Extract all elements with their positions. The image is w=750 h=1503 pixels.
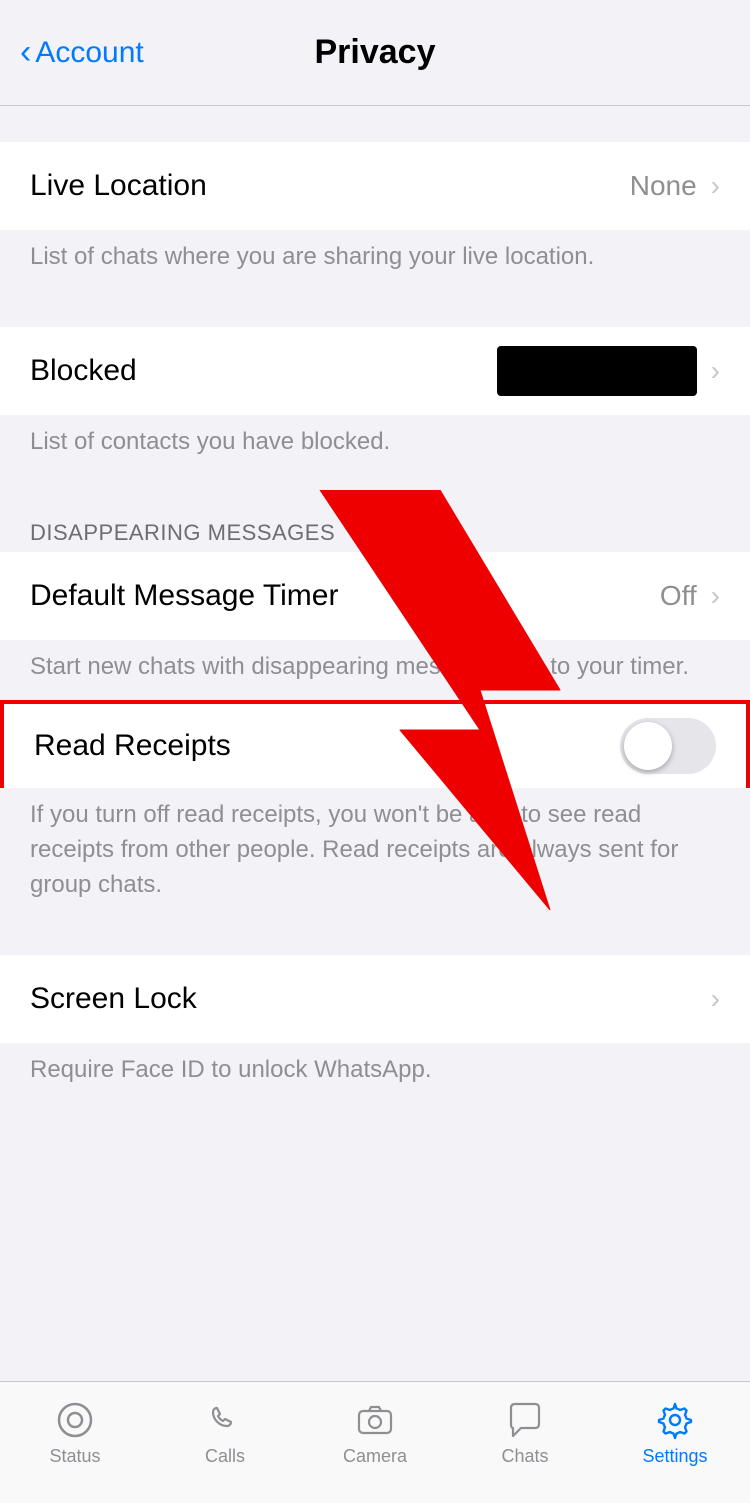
spacer-2 bbox=[0, 476, 750, 512]
camera-icon bbox=[353, 1398, 397, 1442]
screen-lock-row[interactable]: Screen Lock › bbox=[0, 955, 750, 1043]
live-location-description: List of chats where you are sharing your… bbox=[0, 230, 750, 291]
back-label: Account bbox=[35, 36, 143, 70]
blocked-group: Blocked › bbox=[0, 327, 750, 415]
read-receipts-toggle[interactable] bbox=[620, 718, 716, 774]
live-location-right: None › bbox=[630, 170, 720, 202]
toggle-knob bbox=[624, 722, 672, 770]
tab-status[interactable]: Status bbox=[0, 1398, 150, 1467]
tab-bar: Status Calls Camera Chats Settings bbox=[0, 1381, 750, 1503]
page-title: Privacy bbox=[315, 33, 436, 72]
status-icon bbox=[53, 1398, 97, 1442]
default-timer-description: Start new chats with disappearing messag… bbox=[0, 640, 750, 701]
tab-camera[interactable]: Camera bbox=[300, 1398, 450, 1467]
read-receipts-description: If you turn off read receipts, you won't… bbox=[0, 788, 750, 918]
calls-icon bbox=[203, 1398, 247, 1442]
screen-lock-description: Require Face ID to unlock WhatsApp. bbox=[0, 1043, 750, 1104]
tab-calls-label: Calls bbox=[205, 1446, 245, 1467]
screen-lock-right: › bbox=[707, 983, 720, 1015]
screen-lock-label: Screen Lock bbox=[30, 982, 197, 1016]
screen-lock-chevron-icon: › bbox=[711, 983, 720, 1015]
live-location-row[interactable]: Live Location None › bbox=[0, 142, 750, 230]
blocked-row[interactable]: Blocked › bbox=[0, 327, 750, 415]
live-location-group: Live Location None › bbox=[0, 142, 750, 230]
default-timer-right: Off › bbox=[660, 580, 720, 612]
default-timer-group: Default Message Timer Off › bbox=[0, 552, 750, 640]
read-receipts-group: Read Receipts bbox=[0, 700, 750, 788]
live-location-chevron-icon: › bbox=[711, 170, 720, 202]
live-location-label: Live Location bbox=[30, 169, 207, 203]
default-timer-value: Off bbox=[660, 580, 697, 612]
tab-chats-label: Chats bbox=[501, 1446, 548, 1467]
blocked-chevron-icon: › bbox=[711, 355, 720, 387]
back-button[interactable]: ‹ Account bbox=[20, 36, 144, 70]
tab-settings-label: Settings bbox=[642, 1446, 707, 1467]
spacer-3 bbox=[0, 919, 750, 955]
disappearing-messages-header: DISAPPEARING MESSAGES bbox=[0, 512, 750, 552]
read-receipts-label: Read Receipts bbox=[34, 729, 231, 763]
tab-settings[interactable]: Settings bbox=[600, 1398, 750, 1467]
blocked-label: Blocked bbox=[30, 354, 137, 388]
tab-status-label: Status bbox=[49, 1446, 100, 1467]
tab-calls[interactable]: Calls bbox=[150, 1398, 300, 1467]
live-location-value: None bbox=[630, 170, 697, 202]
top-spacer bbox=[0, 106, 750, 142]
content-area: Live Location None › List of chats where… bbox=[0, 106, 750, 1234]
default-timer-label: Default Message Timer bbox=[30, 579, 338, 613]
header: ‹ Account Privacy bbox=[0, 0, 750, 106]
default-timer-chevron-icon: › bbox=[711, 580, 720, 612]
tab-camera-label: Camera bbox=[343, 1446, 407, 1467]
chats-icon bbox=[503, 1398, 547, 1442]
tab-chats[interactable]: Chats bbox=[450, 1398, 600, 1467]
default-timer-row[interactable]: Default Message Timer Off › bbox=[0, 552, 750, 640]
screen-lock-group: Screen Lock › bbox=[0, 955, 750, 1043]
blocked-right: › bbox=[497, 346, 720, 396]
back-chevron-icon: ‹ bbox=[20, 35, 31, 69]
settings-icon bbox=[653, 1398, 697, 1442]
spacer-1 bbox=[0, 291, 750, 327]
blocked-description: List of contacts you have blocked. bbox=[0, 415, 750, 476]
read-receipts-row[interactable]: Read Receipts bbox=[0, 700, 750, 788]
blocked-redacted bbox=[497, 346, 697, 396]
